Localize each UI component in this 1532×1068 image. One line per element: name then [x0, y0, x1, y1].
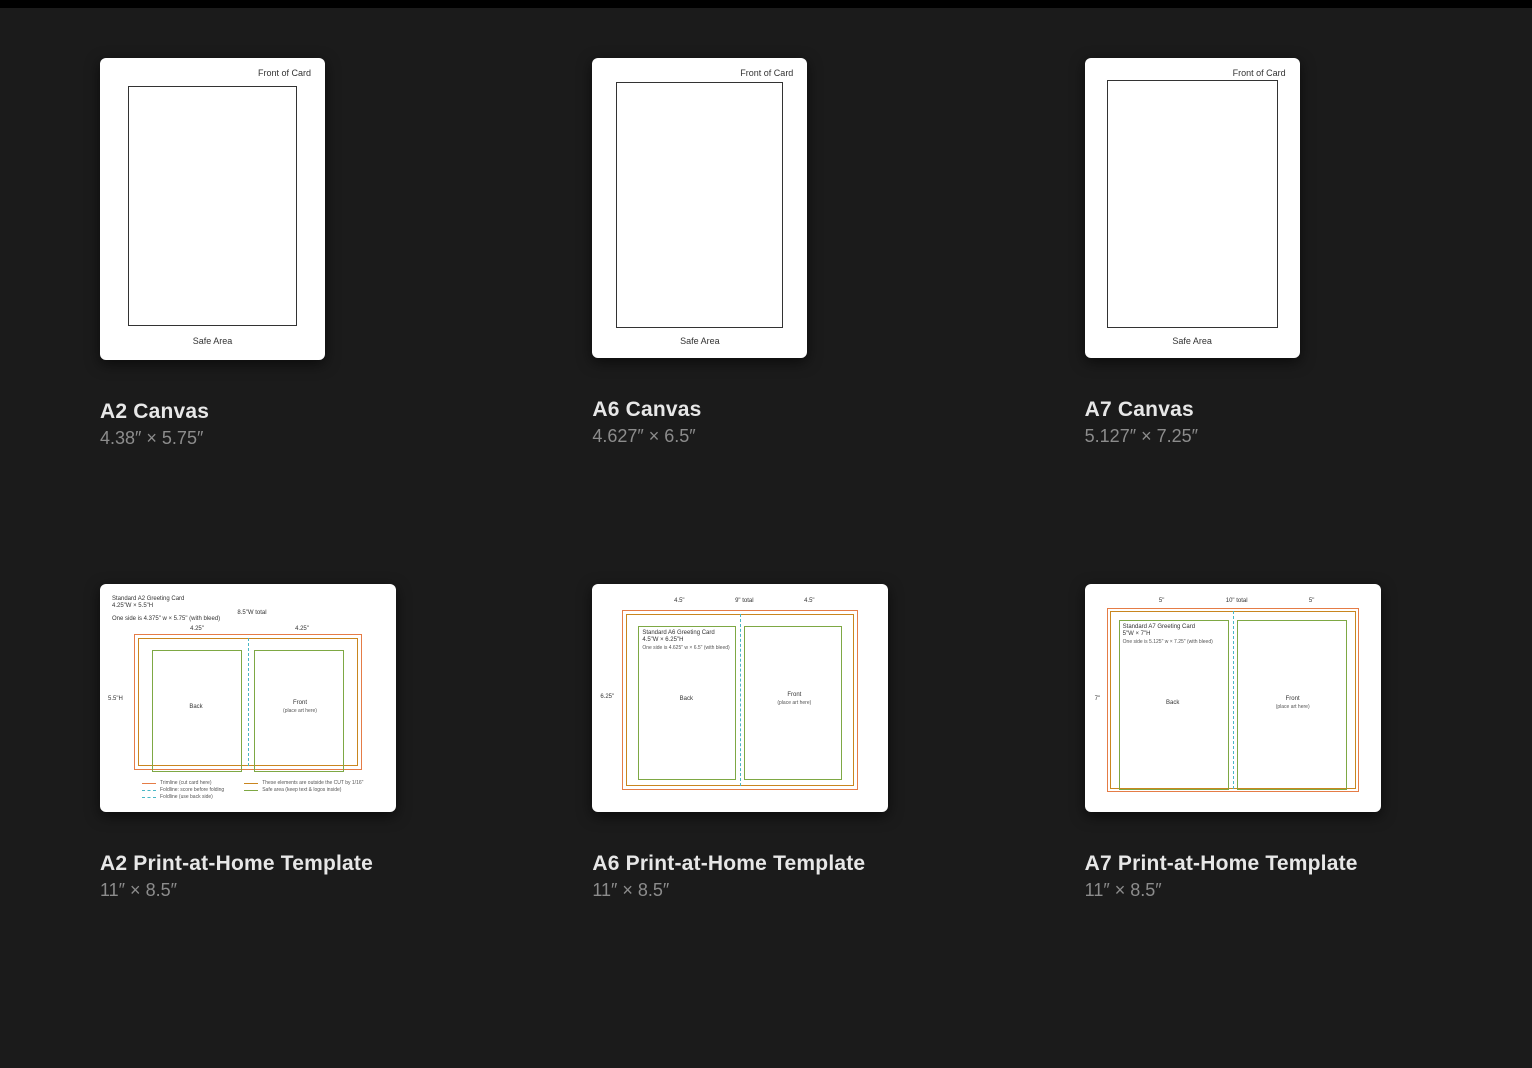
sheet-layout: 5" 10" total 5" 7" Standard A7 Greeting …: [1097, 596, 1369, 800]
dim-height: 7": [1095, 696, 1100, 703]
dim-left-panel: 4.5": [654, 598, 704, 605]
dim-left-panel: 5": [1137, 598, 1187, 605]
dim-height: 5.5"H: [108, 696, 123, 703]
template-dimensions: 4.38″ × 5.75″: [100, 428, 447, 449]
card-spec-size: 5"W × 7"H: [1123, 631, 1151, 638]
thumbnail: Front of Card Safe Area: [1085, 58, 1300, 358]
legend-item: Foldline (use back side): [160, 794, 213, 800]
card-spec-bleed: One side is 5.125" w × 7.25" (with bleed…: [1123, 639, 1213, 645]
dim-right-panel: 4.25": [272, 626, 332, 633]
back-label: Back: [1119, 700, 1227, 707]
template-a6-print[interactable]: 4.5" 9" total 4.5" 6.25" Standard A6 Gre…: [592, 584, 939, 901]
front-sublabel: (place art here): [256, 708, 344, 714]
thumbnail: 4.5" 9" total 4.5" 6.25" Standard A6 Gre…: [592, 584, 888, 812]
fold-line: [740, 614, 741, 786]
card-spec-size: 4.5"W × 6.25"H: [642, 637, 683, 644]
legend-item: These elements are outside the CUT by 1/…: [262, 780, 363, 786]
template-a6-canvas[interactable]: Front of Card Safe Area A6 Canvas 4.627″…: [592, 58, 939, 449]
legend: Trimline (cut card here) Foldline: score…: [142, 780, 384, 800]
thumbnail: 5" 10" total 5" 7" Standard A7 Greeting …: [1085, 584, 1381, 812]
template-a2-canvas[interactable]: Front of Card Safe Area A2 Canvas 4.38″ …: [100, 58, 447, 449]
safe-area-box: [616, 82, 783, 328]
front-label: Front: [256, 700, 344, 707]
back-label: Back: [152, 704, 240, 711]
thumbnail: Front of Card Safe Area: [592, 58, 807, 358]
template-title: A6 Print-at-Home Template: [592, 852, 939, 876]
template-title: A7 Print-at-Home Template: [1085, 852, 1432, 876]
front-label: Front: [1239, 696, 1347, 703]
dim-total-width: 9" total: [719, 598, 769, 605]
template-dimensions: 11″ × 8.5″: [1085, 880, 1432, 901]
template-dimensions: 11″ × 8.5″: [592, 880, 939, 901]
dim-right-panel: 5": [1287, 598, 1337, 605]
safe-area-label: Safe Area: [100, 336, 325, 346]
template-a2-print[interactable]: Standard A2 Greeting Card 4.25"W × 5.5"H…: [100, 584, 447, 901]
fold-line: [1233, 611, 1234, 789]
card-spec-bleed: One side is 4.625" w × 6.5" (with bleed): [642, 645, 729, 651]
template-dimensions: 11″ × 8.5″: [100, 880, 447, 901]
template-title: A7 Canvas: [1085, 398, 1432, 422]
front-label: Front: [746, 692, 842, 699]
back-label: Back: [638, 696, 734, 703]
safe-area-label: Safe Area: [592, 336, 807, 346]
card-spec-size: 4.25"W × 5.5"H: [112, 603, 153, 610]
safe-area-box: [128, 86, 297, 326]
template-a7-print[interactable]: 5" 10" total 5" 7" Standard A7 Greeting …: [1085, 584, 1432, 901]
dim-total-width: 8.5"W total: [222, 610, 282, 617]
front-of-card-label: Front of Card: [258, 68, 311, 78]
sheet-layout: Standard A2 Greeting Card 4.25"W × 5.5"H…: [112, 596, 384, 800]
template-dimensions: 4.627″ × 6.5″: [592, 426, 939, 447]
front-of-card-label: Front of Card: [1233, 68, 1286, 78]
sheet-layout: 4.5" 9" total 4.5" 6.25" Standard A6 Gre…: [604, 596, 876, 800]
template-a7-canvas[interactable]: Front of Card Safe Area A7 Canvas 5.127″…: [1085, 58, 1432, 449]
thumbnail: Front of Card Safe Area: [100, 58, 325, 360]
front-sublabel: (place art here): [746, 700, 842, 706]
dim-height: 6.25": [600, 694, 614, 701]
template-title: A2 Print-at-Home Template: [100, 852, 447, 876]
legend-item: Foldline: score before folding: [160, 787, 224, 793]
safe-area-label: Safe Area: [1085, 336, 1300, 346]
template-grid: Front of Card Safe Area A2 Canvas 4.38″ …: [0, 8, 1532, 901]
legend-item: Trimline (cut card here): [160, 780, 212, 786]
fold-line: [248, 638, 249, 766]
dim-right-panel: 4.5": [784, 598, 834, 605]
template-title: A2 Canvas: [100, 400, 447, 424]
legend-item: Safe area (keep text & logos inside): [262, 787, 341, 793]
dim-total-width: 10" total: [1212, 598, 1262, 605]
thumbnail: Standard A2 Greeting Card 4.25"W × 5.5"H…: [100, 584, 396, 812]
card-spec-bleed: One side is 4.375" w × 5.75" (with bleed…: [112, 616, 220, 623]
safe-area-box: [1107, 80, 1278, 328]
front-sublabel: (place art here): [1239, 704, 1347, 710]
template-title: A6 Canvas: [592, 398, 939, 422]
front-of-card-label: Front of Card: [740, 68, 793, 78]
dim-left-panel: 4.25": [167, 626, 227, 633]
window-title-bar: [0, 0, 1532, 8]
template-dimensions: 5.127″ × 7.25″: [1085, 426, 1432, 447]
